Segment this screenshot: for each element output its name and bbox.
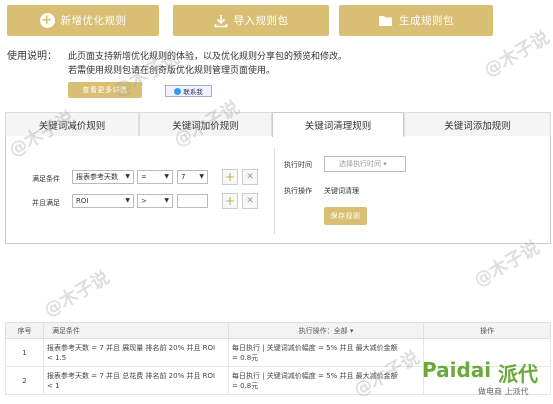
add-rule-label: 新增优化规则	[60, 15, 127, 27]
download-icon	[214, 14, 228, 28]
row-num: 2	[5, 366, 44, 395]
row-condition: 报表参考天数 = 7 并且 总花费 排名前 20% 并且 ROI < 1	[43, 366, 229, 395]
logo-slogan: 做电商 上派代	[478, 387, 529, 396]
folder-icon	[378, 14, 393, 27]
watermark: @木子说	[40, 267, 114, 322]
rule-tabs: 关键词减价规则 关键词加价规则 关键词清理规则 关键词添加规则	[5, 112, 551, 137]
usage-line-1: 此页面支持新增优化规则的体验，以及优化规则分享包的预览和修改。	[68, 52, 348, 62]
contact-button[interactable]: 联系我	[165, 85, 212, 97]
remove-and-condition-button[interactable]: ✕	[242, 193, 258, 209]
add-rule-button[interactable]: + 新增优化规则	[7, 5, 159, 36]
and-condition-label: 并且满足	[32, 199, 60, 207]
col-num: 序号	[5, 322, 44, 339]
plus-circle-icon: +	[39, 13, 55, 28]
save-rule-button[interactable]: 保存规则	[324, 207, 367, 225]
usage-title: 使用说明：	[7, 51, 57, 62]
exec-time-select[interactable]: 选择执行时间 ▾	[324, 156, 406, 172]
col-condition: 满足条件	[43, 322, 229, 339]
logo-latin: Paidai	[422, 358, 492, 382]
paidai-logo: Paidai 派代 做电商 上派代	[422, 356, 550, 402]
add-condition-button[interactable]: +	[222, 169, 238, 185]
row-condition: 报表参考天数 = 7 并且 展现量 排名前 20% 并且 ROI < 1.5	[43, 338, 229, 367]
and-operator-select[interactable]: > ▼	[137, 194, 173, 208]
import-package-button[interactable]: 导入规则包	[173, 5, 329, 36]
condition-field-select[interactable]: 报表参考天数 ▼	[72, 170, 134, 184]
condition-operator-select[interactable]: = ▼	[137, 170, 173, 184]
exec-time-label: 执行时间	[284, 161, 312, 169]
panel-divider	[274, 148, 275, 234]
rule-panel	[5, 136, 551, 244]
remove-condition-button[interactable]: ✕	[242, 169, 258, 185]
generate-package-label: 生成规则包	[399, 15, 454, 27]
condition-value-select[interactable]: 7 ▼	[177, 170, 208, 184]
row-num: 1	[5, 338, 44, 367]
and-value-input[interactable]	[177, 194, 208, 208]
condition-label: 满足条件	[32, 175, 60, 183]
tab-add-keywords[interactable]: 关键词添加规则	[404, 112, 551, 136]
tab-clean-keywords[interactable]: 关键词清理规则	[272, 112, 404, 137]
add-and-condition-button[interactable]: +	[222, 193, 238, 209]
and-field-select[interactable]: ROI ▼	[72, 194, 134, 208]
chat-icon	[174, 87, 182, 95]
logo-chinese: 派代	[498, 362, 538, 386]
table-header-row: 序号 满足条件 执行操作：全部 ▾ 操作	[5, 322, 551, 339]
col-operation: 操作	[423, 322, 551, 339]
exec-op-label: 执行操作	[284, 187, 312, 195]
import-package-label: 导入规则包	[233, 15, 289, 27]
generate-package-button[interactable]: 生成规则包	[339, 5, 493, 36]
col-action-filter[interactable]: 执行操作：全部 ▾	[228, 322, 424, 339]
exec-op-value: 关键词清理	[324, 187, 359, 195]
